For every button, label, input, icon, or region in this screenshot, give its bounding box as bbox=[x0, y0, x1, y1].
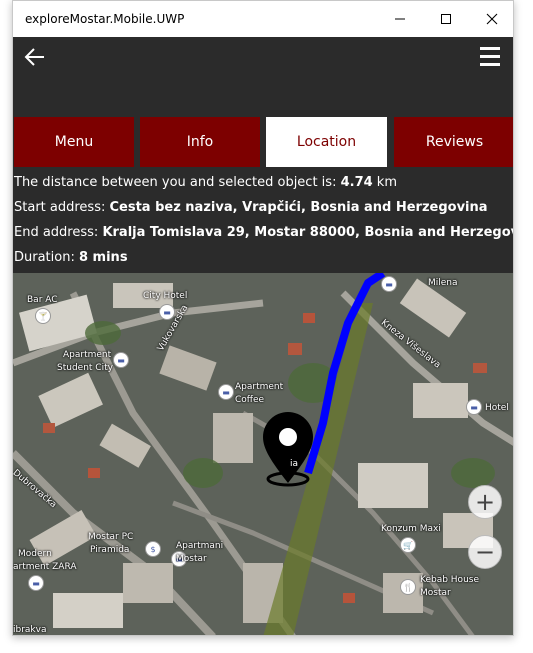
tab-bar: Menu Info Location Reviews bbox=[13, 116, 513, 168]
app-window: exploreMostar.Mobile.UWP Menu Info Locat… bbox=[12, 0, 514, 636]
minimize-icon bbox=[395, 18, 405, 20]
arrow-left-icon bbox=[24, 48, 44, 66]
maximize-button[interactable] bbox=[423, 1, 469, 37]
bar-icon[interactable]: 🍸 bbox=[35, 308, 51, 324]
hotel-bed-icon[interactable]: ▬ bbox=[381, 276, 397, 292]
map-label: Mostar bbox=[420, 588, 451, 598]
minimize-button[interactable] bbox=[377, 1, 423, 37]
close-button[interactable] bbox=[469, 1, 513, 37]
start-address-value: Cesta bez naziva, Vrapčići, Bosnia and H… bbox=[109, 200, 488, 215]
close-icon bbox=[486, 13, 498, 25]
map-label: Kebab House bbox=[420, 575, 479, 585]
start-address-label: Start address: bbox=[14, 200, 110, 215]
map-label: Modern bbox=[18, 549, 52, 559]
tab-menu[interactable]: Menu bbox=[14, 117, 134, 167]
hotel-bed-icon[interactable]: ▬ bbox=[466, 399, 482, 415]
duration-value: 8 mins bbox=[78, 250, 128, 265]
map-label: Student City bbox=[57, 363, 113, 373]
maximize-icon bbox=[441, 14, 451, 24]
end-address-line: End address: Kralja Tomislava 29, Mostar… bbox=[14, 225, 514, 240]
tab-reviews[interactable]: Reviews bbox=[394, 117, 513, 167]
map-label: Mostar PC bbox=[88, 532, 134, 542]
tab-info[interactable]: Info bbox=[140, 117, 260, 167]
zoom-in-button[interactable]: + bbox=[468, 485, 502, 519]
map-label: Mostar bbox=[176, 554, 207, 564]
end-address-value: Kralja Tomislava 29, Mostar 88000, Bosni… bbox=[102, 225, 514, 240]
duration-label: Duration: bbox=[14, 250, 79, 265]
map-label: Apartment bbox=[235, 382, 284, 392]
app-bar bbox=[13, 37, 513, 116]
distance-label: The distance between you and selected ob… bbox=[14, 175, 341, 190]
map-label: Hotel bbox=[485, 403, 509, 413]
map-label: Coffee bbox=[235, 395, 265, 405]
tab-location[interactable]: Location bbox=[266, 117, 387, 167]
end-address-label: End address: bbox=[14, 225, 103, 240]
atm-icon[interactable]: $ bbox=[145, 541, 161, 557]
map-label: Bar AC bbox=[27, 295, 58, 305]
distance-value: 4.74 bbox=[340, 175, 373, 190]
map-label: ia bbox=[290, 459, 299, 469]
location-marker-icon[interactable] bbox=[261, 411, 317, 491]
hotel-bed-icon[interactable]: ▬ bbox=[113, 352, 129, 368]
distance-unit: km bbox=[372, 175, 397, 190]
map-label: Apartment bbox=[63, 350, 112, 360]
distance-line: The distance between you and selected ob… bbox=[14, 175, 397, 190]
hotel-bed-icon[interactable]: ▬ bbox=[218, 384, 234, 400]
map-label: ibrakva bbox=[13, 625, 47, 635]
window-title: exploreMostar.Mobile.UWP bbox=[25, 12, 185, 26]
shopping-cart-icon[interactable]: 🛒 bbox=[400, 537, 416, 553]
map-label: Konzum Maxi bbox=[381, 524, 441, 534]
zoom-out-button[interactable]: − bbox=[468, 535, 502, 569]
restaurant-icon[interactable]: 🍴 bbox=[400, 579, 416, 595]
hamburger-menu-button[interactable] bbox=[479, 45, 501, 67]
hotel-bed-icon[interactable]: ▬ bbox=[28, 575, 44, 591]
route-info-panel: The distance between you and selected ob… bbox=[13, 168, 513, 273]
title-bar: exploreMostar.Mobile.UWP bbox=[13, 1, 513, 37]
map-label: Milena bbox=[428, 278, 458, 288]
hamburger-icon bbox=[480, 47, 500, 66]
back-button[interactable] bbox=[23, 45, 47, 69]
map-label: Apartmani bbox=[176, 541, 224, 551]
start-address-line: Start address: Cesta bez naziva, Vrapčić… bbox=[14, 200, 488, 215]
map-label: artment ZARA bbox=[13, 562, 77, 572]
duration-line: Duration: 8 mins bbox=[14, 250, 128, 265]
map-label: City Hotel bbox=[143, 291, 188, 301]
map-view[interactable]: 🍸 ▬ ▬ ▬ ▬ ▬ $ ▬ ▬ 🛒 🍴 Bar AC City Hotel … bbox=[13, 273, 513, 635]
map-label: Piramida bbox=[90, 545, 130, 555]
